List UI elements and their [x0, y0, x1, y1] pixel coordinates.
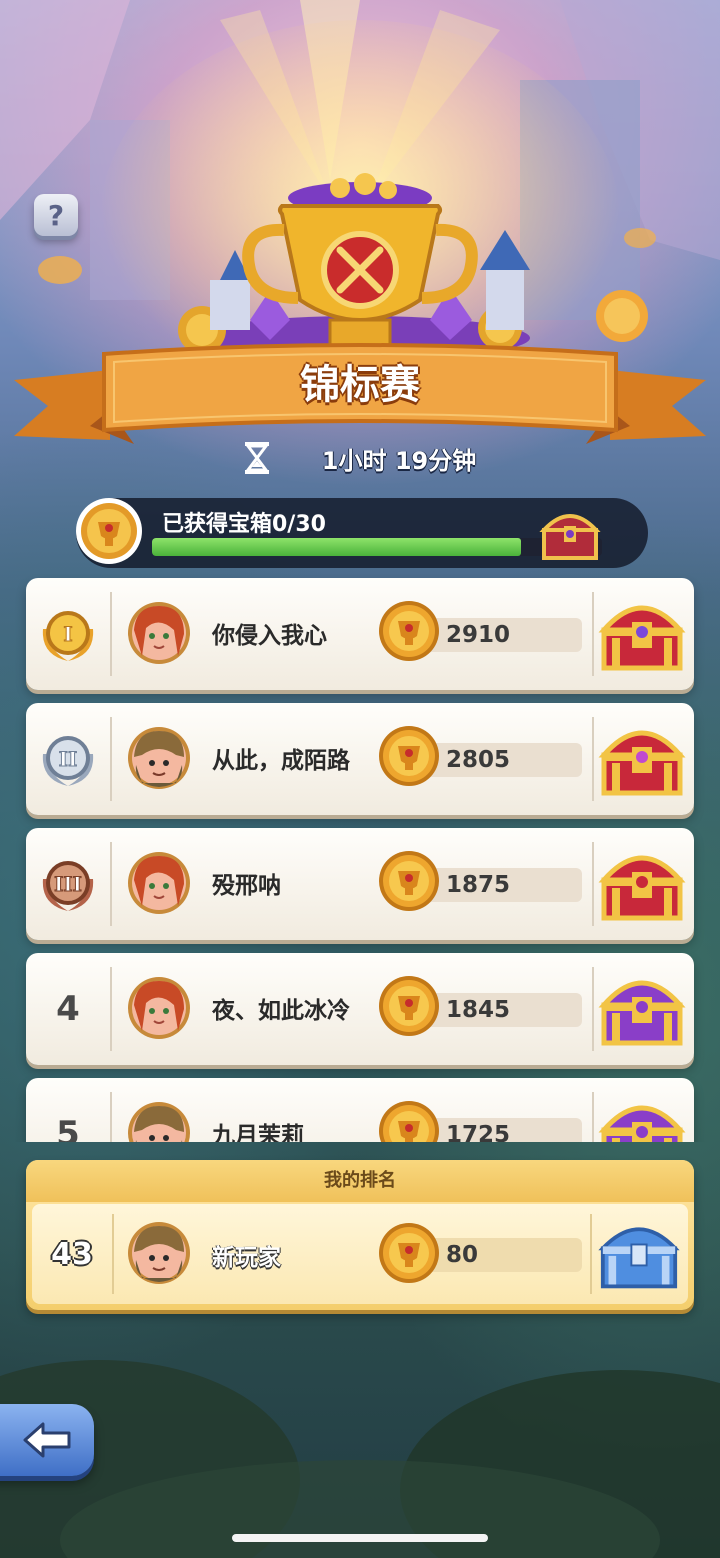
- rank-number: 4: [56, 989, 80, 1029]
- avatar[interactable]: [126, 1220, 192, 1286]
- leaderboard-row[interactable]: 4 夜、如此冰冷 1845: [26, 953, 694, 1065]
- leaderboard-row[interactable]: I 你侵入我心 2910: [26, 578, 694, 690]
- chest-progress-bar: [152, 538, 602, 556]
- my-rank-number: 43: [51, 1236, 93, 1272]
- divider: [592, 1092, 594, 1142]
- score-value: 2805: [446, 747, 511, 773]
- trophy-coin-icon: [76, 498, 142, 564]
- divider: [110, 1092, 112, 1142]
- rank-cell: II: [26, 703, 110, 815]
- svg-text:III: III: [54, 872, 82, 896]
- divider: [112, 1214, 114, 1294]
- avatar[interactable]: [126, 975, 192, 1041]
- score-value: 1725: [446, 1122, 511, 1142]
- home-indicator[interactable]: [232, 1534, 488, 1542]
- score-value: 2910: [446, 622, 511, 648]
- leaderboard-row[interactable]: II 从此，成陌路 2805: [26, 703, 694, 815]
- player-name: 你侵入我心: [212, 623, 327, 649]
- bronze-laurel-badge-icon: III: [42, 861, 94, 911]
- avatar[interactable]: [126, 1100, 192, 1142]
- help-button[interactable]: ?: [34, 194, 78, 236]
- leaderboard-list[interactable]: I 你侵入我心 2910 II 从此，成陌路 2805 III 殁邢呐 1875 4 夜、如此冰冷 1…: [0, 574, 720, 1142]
- red-gold-chest-icon[interactable]: [596, 842, 688, 926]
- chest-icon: [539, 514, 601, 560]
- player-name: 夜、如此冰冷: [212, 998, 350, 1024]
- epic-gem-chest-icon[interactable]: [596, 717, 688, 801]
- svg-text:I: I: [63, 622, 72, 646]
- silver-laurel-badge-icon: II: [42, 736, 94, 786]
- avatar[interactable]: [126, 600, 192, 666]
- purple-gold-chest-icon[interactable]: [596, 1092, 688, 1142]
- rank-cell: I: [26, 578, 110, 690]
- trophy-coin-icon: [379, 601, 439, 661]
- chest-progress-fill: [152, 538, 521, 556]
- my-rank-row[interactable]: 43 新玩家 80: [32, 1204, 688, 1304]
- tournament-timer: 1小时 19分钟: [0, 438, 720, 478]
- divider: [592, 592, 594, 676]
- chest-progress-label: 已获得宝箱0/30: [162, 512, 326, 537]
- score-value: 1845: [446, 997, 511, 1023]
- my-rank-cell: 43: [32, 1204, 112, 1304]
- player-name: 九月茉莉: [212, 1123, 304, 1142]
- back-button[interactable]: [0, 1404, 94, 1476]
- trophy-coin-icon: [379, 1223, 439, 1283]
- player-name: 从此，成陌路: [212, 748, 350, 774]
- rank-cell: 5: [26, 1078, 110, 1142]
- time-remaining: 1小时 19分钟: [321, 446, 477, 475]
- gold-laurel-badge-icon: I: [42, 611, 94, 661]
- rank-cell: 4: [26, 953, 110, 1065]
- score-value: 1875: [446, 872, 511, 898]
- page-title: 锦标赛: [300, 362, 420, 408]
- svg-text:II: II: [59, 747, 78, 771]
- divider: [590, 1214, 592, 1294]
- leaderboard-row[interactable]: 5 九月茉莉 1725: [26, 1078, 694, 1142]
- rank-cell: III: [26, 828, 110, 940]
- forest-background-art: [0, 1360, 720, 1558]
- purple-gold-chest-icon[interactable]: [596, 967, 688, 1051]
- divider: [110, 717, 112, 801]
- divider: [110, 842, 112, 926]
- trophy-icon: [178, 173, 530, 360]
- score-value: 80: [446, 1242, 479, 1268]
- back-arrow-icon: [23, 1422, 71, 1458]
- divider: [110, 967, 112, 1051]
- leaderboard-row[interactable]: III 殁邢呐 1875: [26, 828, 694, 940]
- player-name: 殁邢呐: [212, 873, 281, 899]
- my-rank-panel: 我的排名 43 新玩家 80: [26, 1160, 694, 1310]
- avatar[interactable]: [126, 725, 192, 791]
- trophy-coin-icon: [379, 851, 439, 911]
- trophy-coin-icon: [379, 1101, 439, 1142]
- divider: [592, 842, 594, 926]
- trophy-coin-icon: [379, 726, 439, 786]
- rank-number: 5: [56, 1114, 80, 1142]
- divider: [592, 717, 594, 801]
- blue-chest-icon[interactable]: [594, 1214, 684, 1294]
- hourglass-icon: [244, 442, 269, 474]
- my-rank-title: 我的排名: [26, 1160, 694, 1202]
- trophy-coin-icon: [379, 976, 439, 1036]
- legendary-gem-chest-icon[interactable]: [596, 592, 688, 676]
- divider: [110, 592, 112, 676]
- player-name: 新玩家: [212, 1245, 281, 1271]
- avatar[interactable]: [126, 850, 192, 916]
- divider: [592, 967, 594, 1051]
- chest-progress-panel: 已获得宝箱0/30: [76, 498, 648, 568]
